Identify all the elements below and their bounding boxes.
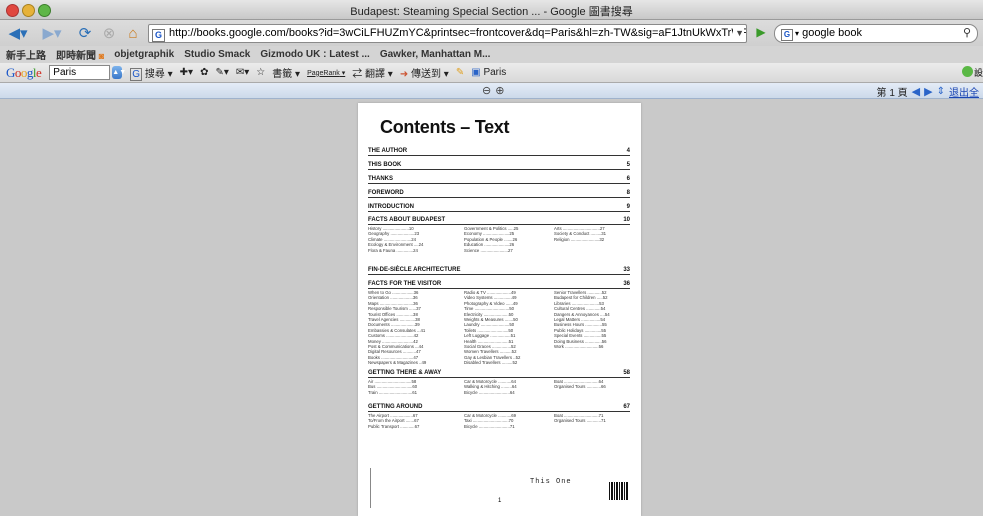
bookmarks-bar: 新手上路 即時新聞 ◙ objetgraphik Studio Smack Gi… bbox=[0, 46, 983, 63]
stop-icon[interactable]: ⊗ bbox=[100, 23, 118, 43]
toc-column: Boat .............................64 Orga… bbox=[554, 379, 606, 390]
toc-section: FIN-DE-SIÈCLE ARCHITECTURE 33 bbox=[368, 267, 630, 275]
url-text: http://books.google.com/books?id=3wCiLFH… bbox=[169, 27, 746, 39]
address-bar[interactable]: Ghttp://books.google.com/books?id=3wCiLF… bbox=[148, 24, 747, 43]
navigation-toolbar: ◀▾ ▶▾ ⟳ ⊗ ⌂ Ghttp://books.google.com/boo… bbox=[0, 20, 983, 46]
footer-stamp: This One bbox=[530, 478, 572, 486]
toolbar-pagerank[interactable]: PageRank ▾ bbox=[307, 69, 345, 77]
google-toolbar: Google Paris ▲▼ G 搜尋 ▾ ✚▾ ✿ ✎▾ ✉▾ ☆ 書籤 ▾… bbox=[0, 63, 983, 83]
google-icon: G bbox=[130, 68, 143, 81]
rss-icon: ◙ bbox=[98, 51, 105, 61]
toc-column: Car & Motorcycle ...........69 Taxi .....… bbox=[464, 413, 517, 429]
barcode-image bbox=[609, 482, 629, 500]
toc-section: FACTS FOR THE VISITOR 36 bbox=[368, 281, 630, 289]
toolbar-bookmark-star-icon[interactable]: ✎▾ bbox=[215, 67, 228, 78]
search-chip-icon: ▣ bbox=[471, 67, 481, 78]
window-title: Budapest: Steaming Special Section ... -… bbox=[350, 6, 633, 18]
viewer-toolbar: ⊖⊕ 第 1 頁 ◀ ▶ ⇕ 退出全 bbox=[0, 83, 983, 99]
bookmark-item[interactable]: 即時新聞 ◙ bbox=[56, 47, 104, 62]
toc-column: When to Go ..................36 Orientati… bbox=[368, 290, 427, 366]
toolbar-bookmarks-button[interactable]: 書籤 ▾ bbox=[272, 65, 300, 80]
toolbar-sendto-button[interactable]: ➜ 傳送到 ▾ bbox=[400, 65, 449, 80]
search-input[interactable]: google book bbox=[802, 27, 862, 39]
search-icon[interactable]: ⚲ bbox=[963, 25, 971, 42]
bookmark-item[interactable]: objetgraphik bbox=[114, 49, 174, 60]
toc-column: History ......................10 Geograph… bbox=[368, 226, 424, 253]
scan-mark bbox=[370, 468, 371, 508]
chevron-down-icon: ▾ bbox=[795, 29, 800, 38]
toolbar-search-input[interactable]: Paris bbox=[49, 65, 111, 80]
go-icon[interactable]: ▶ bbox=[754, 24, 768, 40]
toc-column: Air ...............................58 Bus… bbox=[368, 379, 418, 395]
highlighter-icon[interactable]: ✎ bbox=[456, 67, 464, 78]
send-icon: ➜ bbox=[399, 69, 409, 80]
bookmark-item[interactable]: 新手上路 bbox=[6, 47, 46, 62]
search-bar[interactable]: G ▾ google book ⚲ bbox=[774, 24, 978, 43]
fullscreen-icon[interactable]: ⇕ bbox=[937, 86, 945, 97]
toolbar-query-chip[interactable]: ▣ Paris bbox=[471, 67, 506, 78]
exit-fullscreen-link[interactable]: 退出全 bbox=[949, 84, 979, 99]
toc-section: THE AUTHOR 4 bbox=[368, 148, 630, 156]
google-favicon-icon: G bbox=[152, 29, 165, 42]
google-engine-icon[interactable]: G bbox=[781, 29, 793, 41]
book-page: Contents – Text THE AUTHOR 4 THIS BOOK 5 T… bbox=[358, 103, 641, 516]
toolbar-settings[interactable]: 設 bbox=[974, 66, 983, 79]
toolbar-mail-icon[interactable]: ✉▾ bbox=[236, 67, 249, 78]
toolbar-popup-icon[interactable]: ✿ bbox=[200, 67, 208, 78]
toc-section: FACTS ABOUT BUDAPEST 10 bbox=[368, 217, 630, 225]
toolbar-star-icon[interactable]: ☆ bbox=[256, 67, 265, 78]
toolbar-pin-icon[interactable]: ✚▾ bbox=[180, 67, 193, 78]
page-heading: Contents – Text bbox=[380, 117, 510, 137]
forward-icon[interactable]: ▶▾ bbox=[38, 23, 66, 43]
zoom-controls[interactable]: ⊖⊕ bbox=[482, 84, 508, 97]
home-icon[interactable]: ⌂ bbox=[124, 23, 142, 43]
book-viewer[interactable]: Contents – Text THE AUTHOR 4 THIS BOOK 5 T… bbox=[0, 99, 983, 516]
page-navigation: 第 1 頁 ◀ ▶ ⇕ 退出全 bbox=[877, 84, 979, 99]
toc-column: Arts ...............................27 So… bbox=[554, 226, 607, 242]
bookmark-item[interactable]: Studio Smack bbox=[184, 49, 250, 60]
back-icon[interactable]: ◀▾ bbox=[4, 23, 32, 43]
bookmark-item[interactable]: Gawker, Manhattan M... bbox=[380, 49, 491, 60]
title-bar: Budapest: Steaming Special Section ... -… bbox=[0, 0, 983, 20]
toc-section: THIS BOOK 5 bbox=[368, 162, 630, 170]
chevron-down-icon[interactable]: ▲▼ bbox=[112, 66, 126, 79]
toc-section: GETTING AROUND 67 bbox=[368, 404, 630, 412]
toc-section: GETTING THERE & AWAY 58 bbox=[368, 370, 630, 378]
toc-column: Car & Motorcycle ...........64 Walking & … bbox=[464, 379, 517, 395]
page-indicator: 第 1 頁 bbox=[876, 88, 908, 99]
toolbar-search-button[interactable]: G 搜尋 ▾ bbox=[130, 65, 173, 81]
next-page-icon[interactable]: ▶ bbox=[924, 85, 932, 98]
toc-column: Radio & TV ....................49 Video S… bbox=[464, 290, 521, 366]
reload-icon[interactable]: ⟳ bbox=[76, 23, 94, 43]
toc-section: INTRODUCTION 9 bbox=[368, 204, 630, 212]
prev-page-icon[interactable]: ◀ bbox=[912, 85, 920, 98]
toolbar-translate-button[interactable]: ⇄ 翻譯 ▾ bbox=[352, 65, 393, 80]
google-logo[interactable]: Google bbox=[6, 65, 42, 81]
toc-section: FOREWORD 8 bbox=[368, 190, 630, 198]
status-dot-icon[interactable] bbox=[962, 66, 973, 77]
toc-column: Government & Politics .....25 Economy ...… bbox=[464, 226, 519, 253]
toc-column: Senior Travellers ............52 Budapest… bbox=[554, 290, 610, 350]
page-number: 1 bbox=[498, 498, 502, 504]
bookmark-item[interactable]: Gizmodo UK : Latest ... bbox=[260, 49, 369, 60]
toc-column: The Airport ...................67 To/From… bbox=[368, 413, 420, 429]
chevron-down-icon[interactable]: ▼ bbox=[733, 25, 744, 42]
toc-column: Boat .............................71 Orga… bbox=[554, 413, 606, 424]
toc-section: THANKS 6 bbox=[368, 176, 630, 184]
